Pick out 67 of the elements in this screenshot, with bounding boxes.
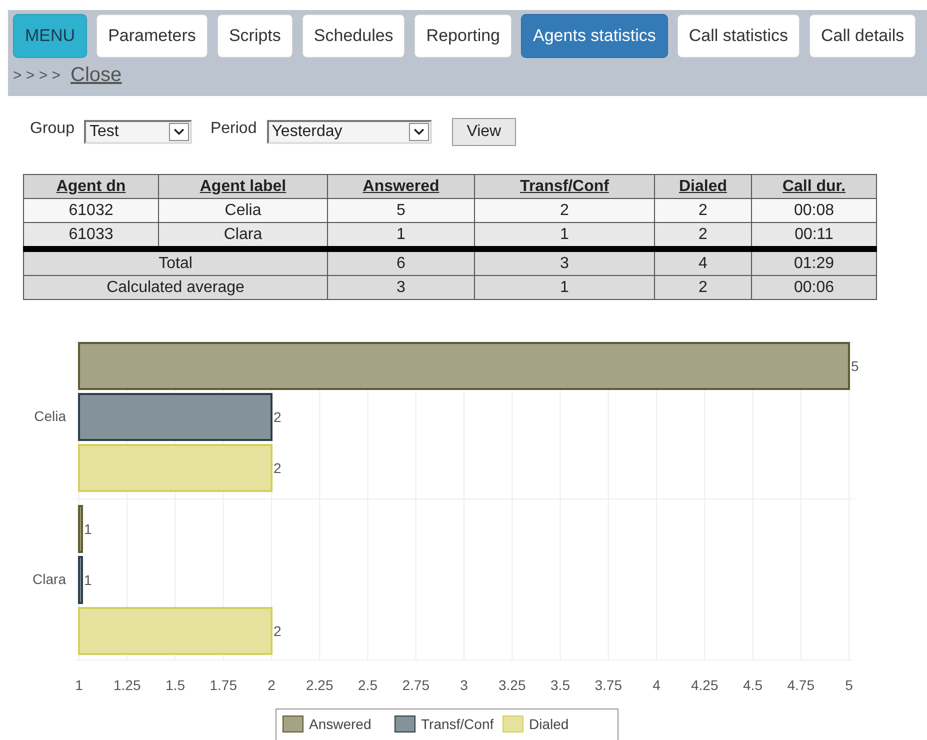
category-label: Clara bbox=[32, 571, 66, 587]
breadcrumb-arrows: > > > > bbox=[13, 67, 61, 84]
tick-label: 2 bbox=[268, 677, 276, 693]
summary-cell: 6 bbox=[328, 249, 474, 276]
tick-label: 4.5 bbox=[743, 677, 762, 693]
value-label: 1 bbox=[84, 572, 92, 588]
column-header[interactable]: Call dur. bbox=[752, 174, 876, 198]
column-header[interactable]: Transf/Conf bbox=[474, 174, 654, 198]
menu-button[interactable]: MENU bbox=[13, 14, 88, 58]
nav-tab[interactable]: Call details bbox=[809, 14, 916, 58]
table-cell: Celia bbox=[158, 198, 328, 222]
value-label: 2 bbox=[274, 460, 282, 476]
nav-tab[interactable]: Schedules bbox=[302, 14, 406, 58]
tick-label: 4.75 bbox=[787, 677, 814, 693]
tick-label: 1.25 bbox=[114, 677, 141, 693]
view-button[interactable]: View bbox=[452, 118, 516, 146]
tick-label: 2.75 bbox=[402, 677, 430, 693]
summary-cell: 3 bbox=[328, 276, 474, 300]
caret-icon bbox=[169, 123, 190, 141]
column-header[interactable]: Agent dn bbox=[24, 174, 158, 198]
tick-label: 3.75 bbox=[594, 677, 622, 693]
summary-cell: 4 bbox=[654, 249, 752, 276]
summary-cell: 3 bbox=[474, 249, 654, 276]
close-link[interactable]: Close bbox=[70, 64, 122, 87]
legend-label: Dialed bbox=[529, 716, 569, 732]
summary-cell: 00:06 bbox=[752, 276, 876, 300]
tick-label: 4 bbox=[652, 677, 660, 693]
tick-label: 1.5 bbox=[166, 677, 185, 693]
nav-tab[interactable]: Scripts bbox=[216, 14, 293, 58]
column-header[interactable]: Agent label bbox=[158, 174, 328, 198]
period-label: Period bbox=[210, 120, 257, 138]
table-cell: 2 bbox=[654, 198, 752, 222]
summary-cell: 2 bbox=[654, 276, 752, 300]
value-label: 2 bbox=[274, 409, 282, 425]
caret-icon bbox=[408, 123, 429, 141]
column-header[interactable]: Answered bbox=[328, 174, 474, 198]
category-label: Celia bbox=[34, 408, 66, 424]
tick-label: 2.25 bbox=[306, 677, 334, 693]
tick-label: 2.5 bbox=[358, 677, 378, 693]
tick-label: 3.25 bbox=[498, 677, 526, 693]
tick-label: 4.25 bbox=[691, 677, 718, 693]
group-label: Group bbox=[30, 120, 74, 138]
summary-cell: 1 bbox=[474, 276, 654, 300]
table-cell: 61032 bbox=[24, 198, 158, 222]
tick-label: 3.5 bbox=[550, 677, 570, 693]
nav-tab[interactable]: Parameters bbox=[96, 14, 208, 58]
legend-label: Transf/Conf bbox=[421, 716, 494, 732]
summary-cell: 01:29 bbox=[752, 249, 876, 276]
value-label: 1 bbox=[84, 521, 92, 537]
legend-label: Answered bbox=[309, 716, 372, 732]
tick-label: 3 bbox=[460, 677, 468, 693]
summary-cell: Calculated average bbox=[24, 276, 328, 300]
table-cell: 5 bbox=[328, 198, 474, 222]
group-select[interactable]: Test bbox=[84, 120, 192, 144]
nav-tab[interactable]: Reporting bbox=[414, 14, 512, 58]
tick-label: 1 bbox=[75, 677, 83, 693]
summary-cell: Total bbox=[24, 249, 328, 276]
period-select[interactable]: Yesterday bbox=[266, 120, 432, 144]
table-cell: 00:08 bbox=[752, 198, 876, 222]
tick-label: 5 bbox=[845, 677, 853, 693]
nav-tab[interactable]: Agents statistics bbox=[521, 14, 668, 58]
column-header[interactable]: Dialed bbox=[654, 174, 752, 198]
nav-tab[interactable]: Call statistics bbox=[676, 14, 800, 58]
tick-label: 1.75 bbox=[210, 677, 237, 693]
value-label: 2 bbox=[274, 623, 282, 639]
table-cell: 2 bbox=[474, 198, 654, 222]
value-label: 5 bbox=[851, 358, 859, 374]
